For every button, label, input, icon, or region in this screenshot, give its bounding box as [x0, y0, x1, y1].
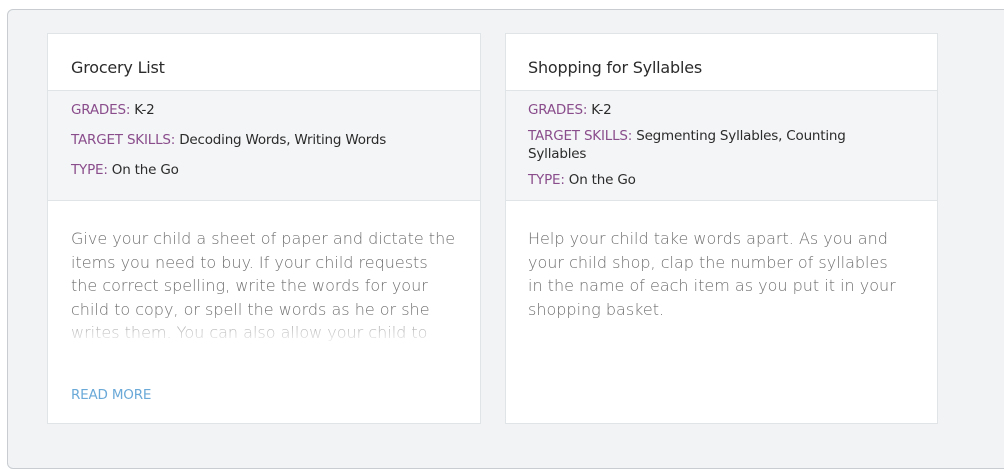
type-value: On the Go	[564, 172, 636, 188]
card-description: Help your child take words apart. As you…	[528, 229, 896, 319]
type-label: TYPE:	[71, 162, 108, 178]
activity-card-grocery-list: Grocery List GRADES: K-2 TARGET SKILLS: …	[47, 33, 481, 424]
grades-value: K-2	[587, 102, 612, 118]
grades-line: GRADES: K-2	[528, 101, 907, 119]
target-skills-line: TARGET SKILLS: Decoding Words, Writing W…	[71, 131, 460, 149]
card-title: Grocery List	[71, 58, 165, 77]
card-meta: GRADES: K-2 TARGET SKILLS: Decoding Word…	[48, 90, 480, 201]
target-skills-label: TARGET SKILLS:	[528, 128, 633, 144]
read-more-link[interactable]: READ MORE	[71, 387, 151, 403]
type-line: TYPE: On the Go	[528, 171, 907, 189]
type-value: On the Go	[107, 162, 179, 178]
type-label: TYPE:	[528, 172, 565, 188]
activity-card-shopping-for-syllables: Shopping for Syllables GRADES: K-2 TARGE…	[505, 33, 938, 424]
grades-line: GRADES: K-2	[71, 101, 460, 119]
grades-label: GRADES:	[528, 102, 588, 118]
card-meta: GRADES: K-2 TARGET SKILLS: Segmenting Sy…	[506, 90, 937, 201]
grades-label: GRADES:	[71, 102, 131, 118]
target-skills-line: TARGET SKILLS: Segmenting Syllables, Cou…	[528, 127, 907, 163]
target-skills-value: Decoding Words, Writing Words	[175, 132, 387, 148]
type-line: TYPE: On the Go	[71, 161, 460, 179]
grades-value: K-2	[130, 102, 155, 118]
card-title: Shopping for Syllables	[528, 58, 703, 77]
card-description: Give your child a sheet of paper and dic…	[48, 201, 480, 352]
target-skills-label: TARGET SKILLS:	[71, 132, 176, 148]
